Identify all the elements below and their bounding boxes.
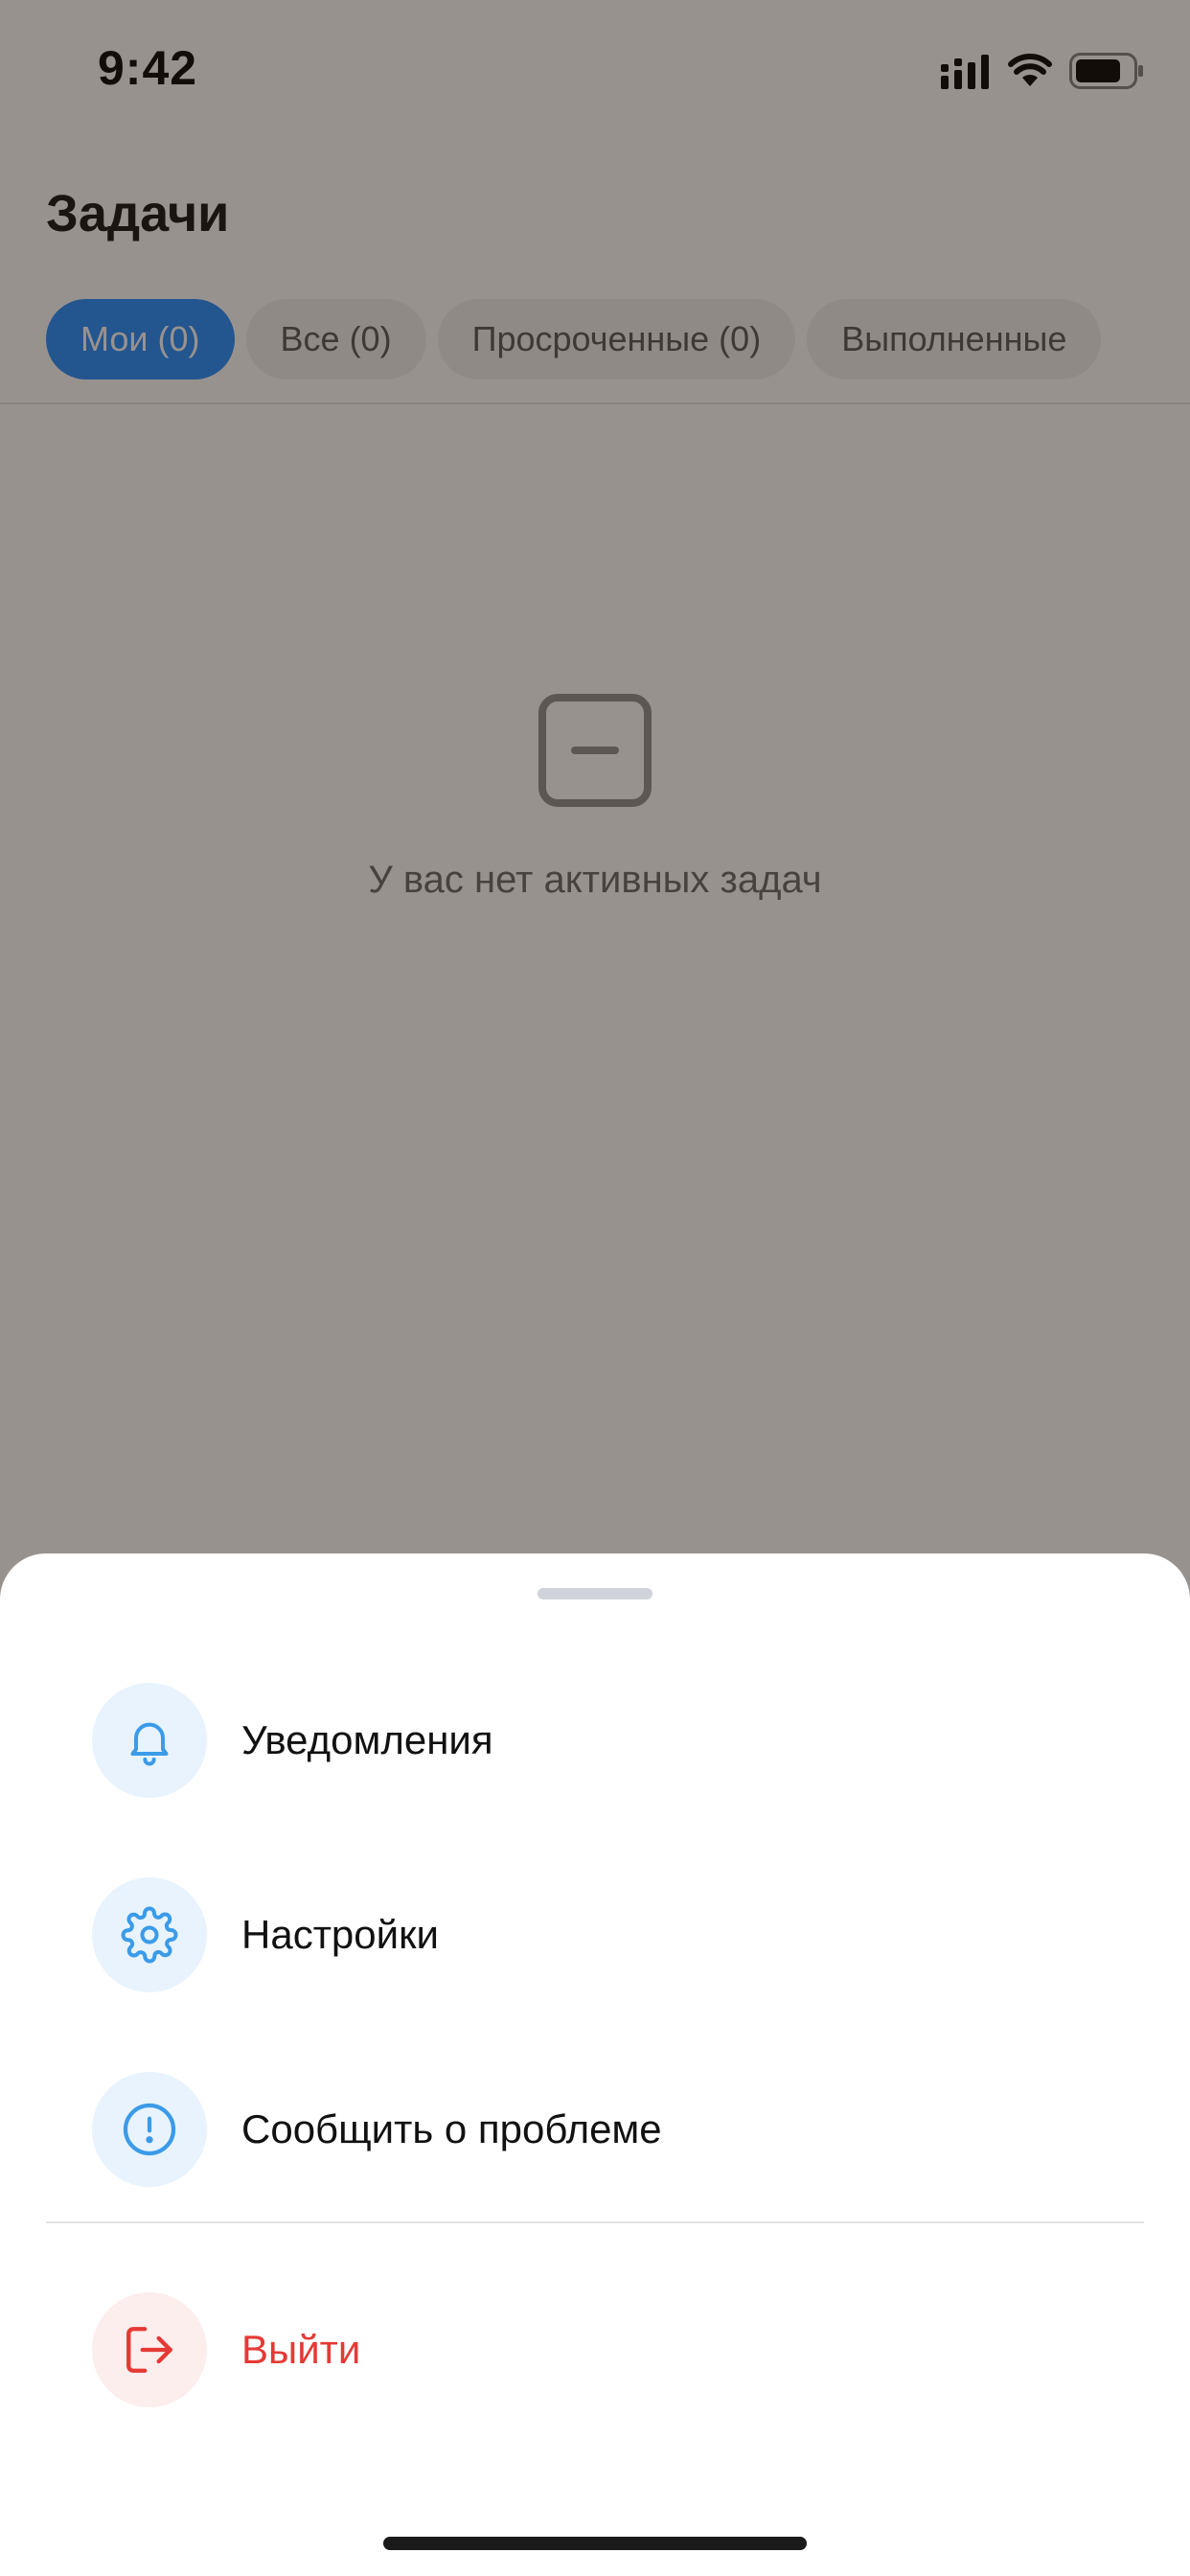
tasks-screen: 9:42 Задачи Мои (0) Все (0) Просроченные… (0, 0, 1190, 2576)
menu-label-report-problem: Сообщить о проблеме (241, 2106, 662, 2151)
gear-icon (92, 1877, 207, 1992)
bottom-sheet: Уведомления Настройки Сообщить о проблем… (0, 1553, 1190, 2576)
menu-item-settings[interactable]: Настройки (0, 1858, 1190, 2012)
logout-icon (92, 2292, 207, 2407)
sheet-drag-handle[interactable] (538, 1588, 652, 1599)
menu-item-report-problem[interactable]: Сообщить о проблеме (0, 2053, 1190, 2206)
alert-circle-icon (92, 2072, 207, 2187)
home-indicator[interactable] (383, 2537, 807, 2550)
menu-label-settings: Настройки (241, 1912, 439, 1957)
logout-button[interactable]: Выйти (0, 2273, 1190, 2426)
bell-icon (92, 1683, 207, 1798)
logout-label: Выйти (241, 2327, 361, 2372)
menu-label-notifications: Уведомления (241, 1717, 493, 1762)
sheet-divider (46, 2221, 1144, 2223)
menu-item-notifications[interactable]: Уведомления (0, 1664, 1190, 1817)
